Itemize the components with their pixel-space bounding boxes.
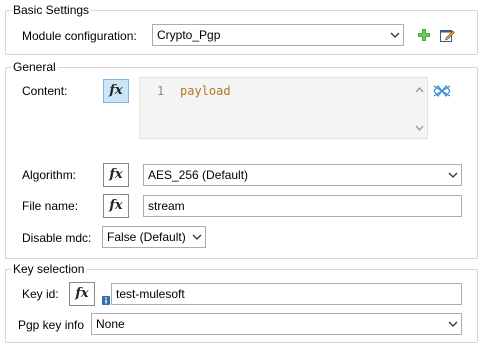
pgp-key-info-value: None — [96, 317, 125, 331]
file-name-label: File name: — [22, 199, 79, 213]
line-number: 1 — [157, 84, 165, 98]
module-config-select[interactable]: Crypto_Pgp — [152, 24, 404, 46]
content-label: Content: — [22, 84, 68, 98]
basic-settings-title: Basic Settings — [11, 3, 92, 17]
info-decorator-icon — [102, 294, 110, 305]
algorithm-label: Algorithm: — [22, 168, 77, 182]
key-selection-title: Key selection — [11, 262, 87, 276]
edit-icon[interactable] — [439, 27, 455, 43]
file-name-fx-button[interactable]: fx — [103, 194, 129, 218]
key-id-value: test-mulesoft — [116, 287, 185, 301]
chevron-down-icon — [386, 25, 403, 45]
module-config-value: Crypto_Pgp — [157, 28, 221, 42]
chevron-down-icon — [188, 227, 205, 247]
file-name-value: stream — [148, 199, 185, 213]
plus-icon[interactable] — [416, 27, 432, 43]
chevron-down-icon — [444, 165, 461, 185]
general-title: General — [11, 60, 58, 74]
key-id-label: Key id: — [22, 287, 59, 301]
algorithm-value: AES_256 (Default) — [148, 168, 249, 182]
content-expression-editor[interactable]: 1 payload — [139, 77, 428, 139]
pgp-key-info-label: Pgp key info — [18, 318, 85, 332]
chevron-down-icon — [444, 314, 461, 334]
key-id-fx-button[interactable]: fx — [69, 282, 95, 306]
module-config-label: Module configuration: — [22, 29, 137, 43]
content-fx-button[interactable]: fx — [103, 79, 129, 103]
disable-mdc-value: False (Default) — [107, 230, 186, 244]
algorithm-fx-button[interactable]: fx — [103, 163, 129, 187]
disable-mdc-label: Disable mdc: — [22, 231, 92, 245]
file-name-input[interactable]: stream — [143, 195, 462, 217]
content-expression-text: payload — [180, 84, 231, 98]
disable-mdc-select[interactable]: False (Default) — [102, 226, 206, 248]
scroll-up-icon[interactable] — [413, 84, 425, 96]
scroll-down-icon[interactable] — [413, 122, 425, 134]
pgp-key-info-select[interactable]: None — [91, 313, 462, 335]
key-id-input[interactable]: test-mulesoft — [111, 283, 462, 305]
algorithm-select[interactable]: AES_256 (Default) — [143, 164, 462, 186]
expression-builder-icon[interactable] — [433, 82, 451, 100]
